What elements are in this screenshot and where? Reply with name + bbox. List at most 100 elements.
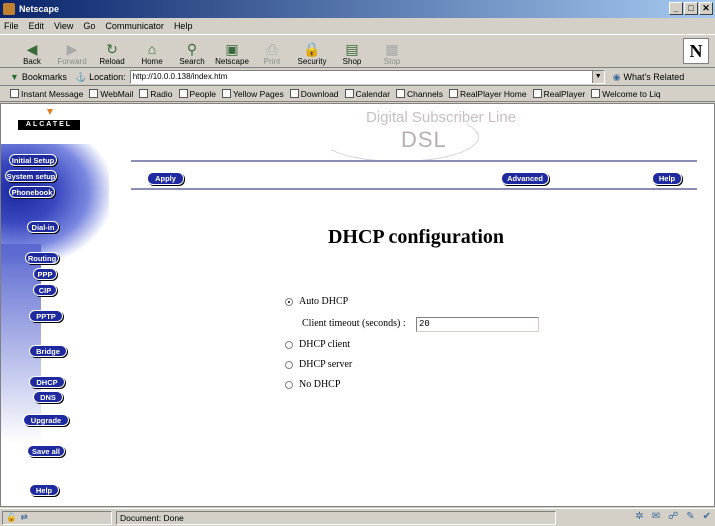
nav-upgrade-button[interactable]: Upgrade — [23, 414, 69, 426]
nav-help-button[interactable]: Help — [29, 484, 59, 496]
back-label: Back — [23, 57, 41, 66]
netscape-button[interactable]: ▣ Netscape — [212, 35, 252, 68]
location-label: Location: — [89, 72, 126, 82]
link-radio[interactable]: Radio — [139, 89, 173, 99]
nav-routing-button[interactable]: Routing — [25, 252, 59, 264]
netscape-label: Netscape — [215, 57, 249, 66]
netscape-throbber-icon[interactable]: N — [683, 38, 709, 64]
nav-pptp-button[interactable]: PPTP — [29, 310, 63, 322]
component-bar: ✲ ✉ ☍ ✎ ✔ — [635, 511, 711, 522]
close-button[interactable]: ✕ — [699, 2, 713, 15]
stop-icon: ▦ — [385, 41, 399, 57]
nav-bridge-button[interactable]: Bridge — [29, 345, 67, 357]
maximize-button[interactable]: □ — [684, 2, 698, 15]
link-people[interactable]: People — [178, 89, 216, 99]
composer-component-icon[interactable]: ✎ — [686, 511, 694, 522]
window-titlebar: Netscape _ □ ✕ — [0, 0, 715, 18]
home-button[interactable]: ⌂ Home — [132, 35, 172, 68]
mail-component-icon[interactable]: ✉ — [652, 511, 660, 522]
location-dropdown-icon[interactable]: ▼ — [591, 71, 604, 83]
stop-button[interactable]: ▦ Stop — [372, 35, 412, 68]
search-button[interactable]: ⚲ Search — [172, 35, 212, 68]
security-button[interactable]: 🔒 Security — [292, 35, 332, 68]
option-no-dhcp[interactable]: No DHCP — [285, 379, 340, 390]
menu-help[interactable]: Help — [174, 21, 193, 31]
reload-label: Reload — [99, 57, 125, 66]
personal-toolbar: Instant Message WebMail Radio People Yellow … — [0, 86, 715, 102]
nav-save-all-button[interactable]: Save all — [27, 445, 65, 457]
security-lock-icon: 🔒 — [303, 41, 321, 57]
bottom-divider — [131, 188, 697, 190]
page-link-icon — [139, 89, 149, 98]
page-link-icon — [396, 89, 406, 98]
client-timeout-input[interactable]: 20 — [416, 317, 539, 332]
menu-communicator[interactable]: Communicator — [105, 21, 164, 31]
menu-file[interactable]: File — [4, 21, 19, 31]
page-title: DHCP configuration — [327, 226, 505, 248]
link-label: RealPlayer — [543, 88, 586, 99]
location-input[interactable]: http://10.0.0.138/index.htm ▼ — [129, 70, 605, 84]
auto-dhcp-label: Auto DHCP — [299, 296, 349, 307]
option-auto-dhcp[interactable]: Auto DHCP — [285, 296, 348, 307]
nav-phonebook-button[interactable]: Phonebook — [9, 186, 55, 198]
whats-related-button[interactable]: What's Related — [624, 72, 685, 82]
apply-button[interactable]: Apply — [147, 172, 184, 185]
link-realplayer-home[interactable]: RealPlayer Home — [448, 89, 527, 99]
page-link-icon — [344, 89, 354, 98]
page-link-icon — [221, 89, 231, 98]
link-calendar[interactable]: Calendar — [344, 89, 390, 99]
dhcp-server-radio[interactable] — [285, 360, 293, 369]
advanced-button[interactable]: Advanced — [501, 172, 549, 185]
menu-bar: File Edit View Go Communicator Help — [0, 18, 715, 34]
dhcp-client-radio[interactable] — [285, 340, 293, 349]
menu-view[interactable]: View — [54, 21, 73, 31]
bookmarks-icon: ▼ — [10, 72, 19, 82]
nav-cip-button[interactable]: CIP — [33, 284, 57, 296]
link-label: Yellow Pages — [232, 88, 284, 99]
nav-dial-in-button[interactable]: Dial-in — [27, 221, 59, 233]
page-link-icon — [532, 89, 542, 98]
menu-edit[interactable]: Edit — [29, 21, 45, 31]
nav-initial-setup-button[interactable]: Initial Setup — [9, 154, 57, 166]
security-status[interactable]: 🔓 ⇄ — [2, 510, 112, 525]
page-link-icon — [89, 89, 99, 98]
print-button[interactable]: ⎙ Print — [252, 35, 292, 68]
link-webmail[interactable]: WebMail — [89, 89, 133, 99]
nav-ppp-button[interactable]: PPP — [33, 268, 57, 280]
link-label: Welcome to Liq — [602, 88, 661, 99]
nav-dhcp-button[interactable]: DHCP — [29, 376, 65, 388]
nav-dns-button[interactable]: DNS — [33, 391, 63, 403]
link-channels[interactable]: Channels — [396, 89, 443, 99]
security-label: Security — [297, 57, 327, 66]
link-welcome-to-liq[interactable]: Welcome to Liq — [591, 88, 661, 99]
shop-button[interactable]: ▤ Shop — [332, 35, 372, 68]
option-dhcp-client[interactable]: DHCP client — [285, 339, 350, 350]
no-dhcp-radio[interactable] — [285, 380, 293, 389]
top-divider — [131, 160, 697, 162]
link-download[interactable]: Download — [289, 89, 339, 99]
shop-label: Shop — [342, 57, 362, 66]
location-url: http://10.0.0.138/index.htm — [132, 72, 228, 81]
groups-component-icon[interactable]: ☍ — [668, 511, 678, 522]
link-label: WebMail — [100, 88, 134, 99]
nav-system-setup-button[interactable]: System setup — [5, 170, 57, 182]
page-link-icon — [10, 89, 19, 98]
option-dhcp-server[interactable]: DHCP server — [285, 359, 352, 370]
back-button[interactable]: ◀ Back — [12, 35, 52, 68]
link-yellow-pages[interactable]: Yellow Pages — [221, 88, 284, 99]
forward-button[interactable]: ▶ Forward — [52, 35, 92, 68]
link-realplayer[interactable]: RealPlayer — [532, 88, 586, 99]
menu-go[interactable]: Go — [83, 21, 95, 31]
auto-dhcp-radio[interactable] — [285, 297, 293, 306]
link-instant-message[interactable]: Instant Message — [10, 89, 83, 99]
forward-label: Forward — [57, 57, 87, 66]
help-button[interactable]: Help — [652, 172, 682, 185]
minimize-button[interactable]: _ — [669, 2, 683, 15]
whats-related-icon: ◉ — [612, 71, 621, 82]
bookmarks-button[interactable]: ▼ Bookmarks — [10, 72, 67, 82]
navigator-component-icon[interactable]: ✲ — [635, 511, 643, 522]
check-component-icon[interactable]: ✔ — [703, 511, 711, 522]
reload-button[interactable]: ↻ Reload — [92, 35, 132, 68]
forward-arrow-icon: ▶ — [66, 41, 78, 57]
page-link-icon — [591, 89, 601, 98]
